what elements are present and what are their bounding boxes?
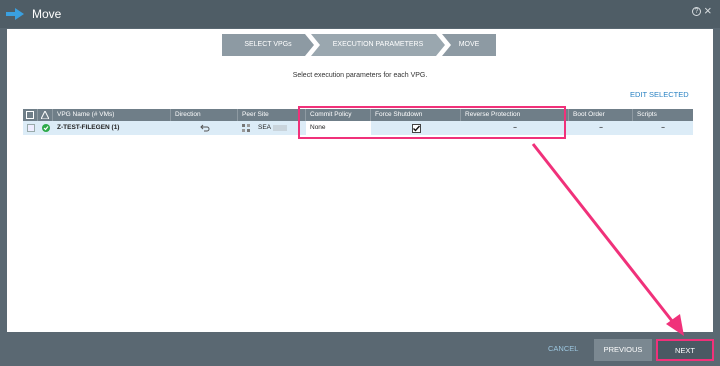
status-column-header (38, 109, 53, 121)
edit-selected-link[interactable]: EDIT SELECTED (630, 90, 689, 99)
column-boot-order[interactable]: Boot Order (569, 109, 633, 121)
boot-order-cell[interactable]: – (569, 121, 633, 135)
step-execution-parameters[interactable]: EXECUTION PARAMETERS (311, 34, 445, 56)
column-vpg-name[interactable]: VPG Name (# VMs) (53, 109, 171, 121)
column-peer-site[interactable]: Peer Site (238, 109, 306, 121)
column-scripts[interactable]: Scripts (633, 109, 693, 121)
close-icon[interactable]: × (704, 3, 712, 18)
cancel-button[interactable]: CANCEL (548, 344, 578, 353)
instruction-text: Select execution parameters for each VPG… (292, 72, 428, 79)
peer-site-cell: SEA (238, 121, 306, 135)
column-direction[interactable]: Direction (171, 109, 238, 121)
peer-site-name: SEA (258, 124, 272, 131)
help-icon[interactable]: ? (692, 7, 701, 16)
row-checkbox[interactable] (27, 124, 35, 132)
select-all-checkbox[interactable] (26, 111, 34, 119)
select-all-cell (23, 109, 38, 121)
step-move[interactable]: MOVE (442, 34, 496, 56)
step-select-vpgs[interactable]: SELECT VPGs (222, 34, 314, 56)
direction-cell (171, 121, 238, 135)
site-icon (242, 124, 250, 132)
scripts-cell[interactable]: – (633, 121, 693, 135)
vpg-name-cell: Z-TEST-FILEGEN (1) (57, 124, 120, 131)
title-bar: Move ? × (0, 0, 720, 28)
previous-button[interactable]: PREVIOUS (594, 339, 652, 361)
warning-icon (40, 109, 50, 120)
highlight-annotation-box (298, 106, 566, 139)
annotation-arrow-icon (531, 143, 684, 336)
dialog-title: Move (32, 7, 62, 21)
check-circle-icon (42, 124, 50, 132)
next-button[interactable]: NEXT (656, 339, 714, 361)
move-arrow-icon (6, 8, 24, 20)
undo-arrow-icon (199, 124, 209, 132)
redacted-text (273, 125, 287, 131)
